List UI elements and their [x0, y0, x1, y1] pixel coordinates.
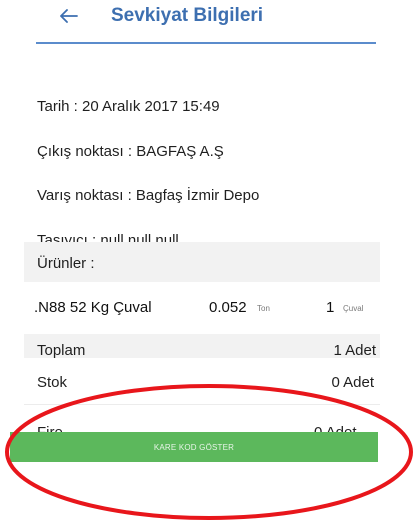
- destination-row: Varış noktası : Bagfaş İzmir Depo: [37, 187, 260, 204]
- product-name: .N88 52 Kg Çuval: [34, 299, 152, 316]
- product-item: .N88 52 Kg Çuval 0.052 Ton 1 Çuval: [24, 282, 380, 334]
- total-label: Toplam: [37, 342, 86, 359]
- total-value: 1 Adet: [333, 342, 376, 359]
- stock-value: 0 Adet: [331, 374, 374, 391]
- app-header: Sevkiyat Bilgileri: [0, 0, 419, 44]
- date-row: Tarih : 20 Aralık 2017 15:49: [37, 98, 220, 115]
- arrow-left-icon: [60, 9, 78, 23]
- product-quantity-unit: Çuval: [343, 304, 364, 313]
- back-button[interactable]: [56, 3, 82, 29]
- origin-row: Çıkış noktası : BAGFAŞ A.Ş: [37, 143, 224, 160]
- stock-row: Stok 0 Adet: [24, 358, 380, 405]
- product-weight: 0.052: [209, 299, 247, 316]
- products-label: Ürünler :: [37, 255, 95, 272]
- products-section: Ürünler : .N88 52 Kg Çuval 0.052 Ton 1 Ç…: [24, 242, 380, 366]
- stock-label: Stok: [37, 374, 68, 391]
- header-divider: [36, 42, 376, 44]
- product-quantity: 1: [326, 299, 335, 316]
- page-title: Sevkiyat Bilgileri: [111, 5, 264, 26]
- show-qr-code-button[interactable]: KARE KOD GÖSTER: [10, 432, 378, 462]
- product-weight-unit: Ton: [257, 304, 270, 313]
